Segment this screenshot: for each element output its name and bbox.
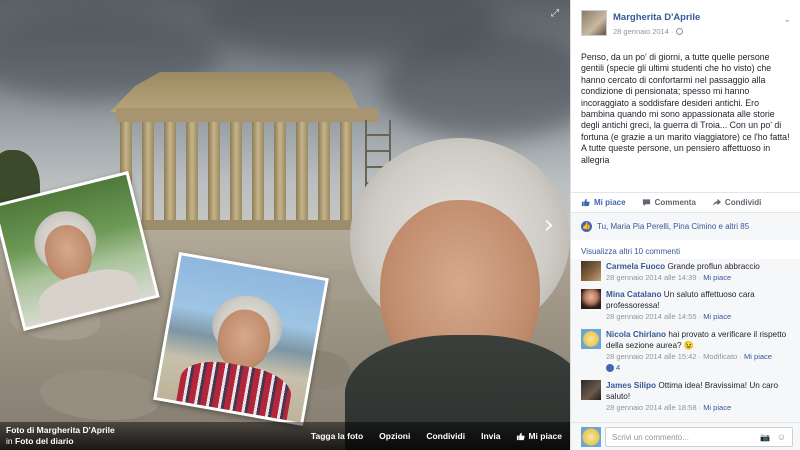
comment-list: Carmela Fuoco Grande proflun abbraccio 2…: [571, 259, 800, 422]
comment-like-link[interactable]: Mi piace: [744, 352, 772, 361]
likes-text: Tu, Maria Pia Perelli, Pina Cimino e alt…: [597, 222, 750, 231]
post-date-text: 28 gennaio 2014 ·: [613, 27, 674, 36]
globe-icon: [676, 28, 684, 35]
commenter-name[interactable]: Nicola Chirlano: [606, 330, 666, 339]
comment-meta: 28 gennaio 2014 alle 14:39 ·: [606, 273, 702, 282]
chevron-down-icon[interactable]: ⌄: [783, 14, 791, 25]
comment-like-link[interactable]: Mi piace: [703, 273, 731, 282]
commenter-name[interactable]: Carmela Fuoco: [606, 262, 665, 271]
comment-meta: 28 gennaio 2014 alle 15:42 · Modificato …: [606, 352, 742, 361]
post-date[interactable]: 28 gennaio 2014 ·: [613, 27, 684, 36]
share-icon: [712, 198, 721, 207]
comment-meta: 28 gennaio 2014 alle 18:58 ·: [606, 403, 702, 412]
caption-in: in: [6, 436, 13, 446]
share-button[interactable]: Condividi: [426, 431, 465, 441]
reaction-count: 4: [616, 363, 621, 372]
photo-caption-bar: Foto di Margherita D'Aprile in Foto del …: [0, 422, 570, 450]
view-more-comments-link[interactable]: Visualizza altri 10 commenti: [581, 247, 680, 256]
camera-icon[interactable]: 📷: [760, 433, 770, 442]
photo-actions: Tagga la foto Opzioni Condividi Invia Mi…: [311, 431, 562, 441]
comment-meta: 28 gennaio 2014 alle 14:55 ·: [606, 312, 702, 321]
comment-text: Grande proflun abbraccio: [667, 262, 760, 271]
thumbs-up-icon: [581, 198, 590, 207]
comment-like-link[interactable]: Mi piace: [703, 403, 731, 412]
comment-like-link[interactable]: Mi piace: [703, 312, 731, 321]
like-button[interactable]: Mi piace: [581, 198, 626, 207]
photo-caption: Foto di Margherita D'Aprile in Foto del …: [6, 425, 115, 447]
expand-icon[interactable]: ⤢: [550, 9, 560, 19]
avatar[interactable]: [581, 10, 607, 36]
like-label: Mi piace: [594, 198, 626, 207]
emoji-icon[interactable]: ☺: [777, 432, 786, 442]
caption-title[interactable]: Foto di Margherita D'Aprile: [6, 425, 115, 436]
comment-button[interactable]: Commenta: [642, 198, 696, 207]
avatar[interactable]: [581, 289, 601, 309]
comment-label: Commenta: [654, 198, 696, 207]
commenter-name[interactable]: Mina Catalano: [606, 290, 662, 299]
tag-photo-button[interactable]: Tagga la foto: [311, 431, 363, 441]
comment-placeholder: Scrivi un commento...: [612, 433, 689, 442]
comment-reactions[interactable]: 4: [606, 362, 620, 373]
comment-input[interactable]: Scrivi un commento... 📷 ☺: [605, 427, 793, 447]
share-label: Condividi: [724, 198, 762, 207]
options-button[interactable]: Opzioni: [379, 431, 410, 441]
like-reaction-icon: 👍: [581, 221, 592, 232]
photo-viewer[interactable]: ⤢ › Foto di Margherita D'Aprile in Foto …: [0, 0, 570, 450]
caption-album-link[interactable]: Foto del diario: [15, 436, 74, 446]
avatar[interactable]: [581, 380, 601, 400]
post-panel: Margherita D'Aprile 28 gennaio 2014 · ⌄ …: [570, 0, 800, 450]
avatar: [581, 427, 601, 447]
likes-summary[interactable]: 👍 Tu, Maria Pia Perelli, Pina Cimino e a…: [571, 212, 800, 240]
avatar[interactable]: [581, 261, 601, 281]
post-actions: Mi piace Commenta Condividi: [571, 192, 800, 212]
comment-icon: [642, 199, 650, 207]
thumbs-up-icon: [517, 432, 526, 440]
avatar[interactable]: [581, 329, 601, 349]
commenter-name[interactable]: James Silipo: [606, 381, 656, 390]
photo-like-label: Mi piace: [528, 431, 562, 441]
chevron-right-icon[interactable]: ›: [544, 212, 554, 238]
inset-photo-woman-beach: [153, 251, 329, 427]
parthenon-temple: [110, 72, 391, 242]
post-header: Margherita D'Aprile 28 gennaio 2014 · ⌄: [581, 10, 793, 40]
like-reaction-icon: [606, 363, 614, 372]
post-text: Penso, da un po' di giorni, a tutte quel…: [581, 52, 790, 165]
share-post-button[interactable]: Condividi: [712, 198, 761, 207]
send-button[interactable]: Invia: [481, 431, 500, 441]
photo-like-button[interactable]: Mi piace: [516, 431, 562, 441]
comment-composer: Scrivi un commento... 📷 ☺: [571, 422, 800, 450]
author-name[interactable]: Margherita D'Aprile: [613, 12, 700, 23]
